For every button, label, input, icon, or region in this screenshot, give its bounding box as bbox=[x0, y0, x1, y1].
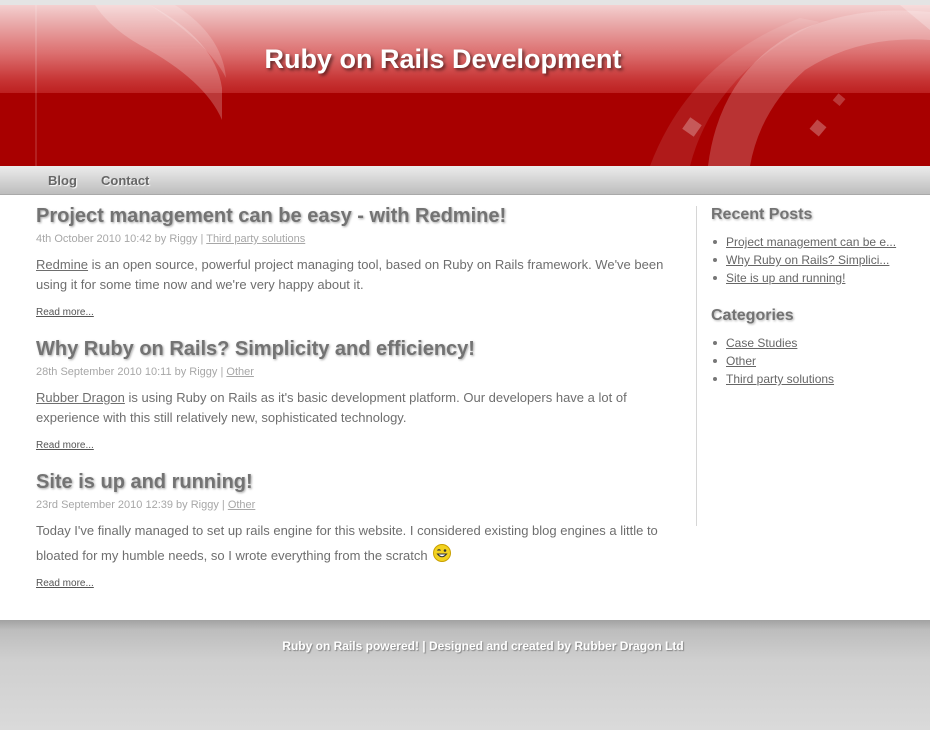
header-decoration bbox=[35, 5, 930, 166]
read-more-link[interactable]: Read more... bbox=[36, 578, 94, 589]
blog-post: Site is up and running! 23rd September 2… bbox=[36, 471, 676, 589]
category-link-case-studies[interactable]: Case Studies bbox=[726, 336, 797, 350]
smiley-wink-icon bbox=[433, 544, 452, 562]
post-body-text: Today I've finally managed to set up rai… bbox=[36, 523, 658, 563]
categories-heading: Categories bbox=[711, 307, 794, 324]
post-body: Rubber Dragon is using Ruby on Rails as … bbox=[36, 388, 676, 428]
recent-post-link[interactable]: Project management can be e... bbox=[726, 235, 896, 249]
categories-list: Case Studies Other Third party solutions bbox=[711, 334, 921, 388]
category-link-third-party[interactable]: Third party solutions bbox=[726, 372, 834, 386]
post-body-text: is an open source, powerful project mana… bbox=[36, 257, 664, 292]
recent-posts-list: Project management can be e... Why Ruby … bbox=[711, 233, 921, 287]
post-title[interactable]: Why Ruby on Rails? Simplicity and effici… bbox=[36, 338, 676, 361]
post-body-text: is using Ruby on Rails as it's basic dev… bbox=[36, 390, 627, 425]
post-date-author: 4th October 2010 10:42 by Riggy | bbox=[36, 233, 207, 245]
site-title: Ruby on Rails Development bbox=[264, 44, 622, 74]
recent-post-link[interactable]: Why Ruby on Rails? Simplici... bbox=[726, 253, 889, 267]
recent-post-item: Site is up and running! bbox=[711, 269, 921, 287]
post-body: Today I've finally managed to set up rai… bbox=[36, 518, 676, 568]
recent-posts-heading: Recent Posts bbox=[711, 206, 813, 223]
main-nav: Blog Contact bbox=[0, 166, 930, 195]
blog-post: Project management can be easy - with Re… bbox=[36, 205, 676, 318]
category-item: Third party solutions bbox=[711, 370, 921, 388]
category-link-other[interactable]: Other bbox=[726, 354, 756, 368]
sidebar-divider bbox=[696, 206, 697, 526]
post-title[interactable]: Project management can be easy - with Re… bbox=[36, 205, 676, 228]
post-meta: 23rd September 2010 12:39 by Riggy | Oth… bbox=[36, 499, 255, 511]
read-more-link[interactable]: Read more... bbox=[36, 307, 94, 318]
nav-item-contact[interactable]: Contact bbox=[101, 173, 149, 188]
category-item: Case Studies bbox=[711, 334, 921, 352]
post-body: Redmine is an open source, powerful proj… bbox=[36, 255, 676, 295]
post-title[interactable]: Site is up and running! bbox=[36, 471, 676, 494]
blog-post: Why Ruby on Rails? Simplicity and effici… bbox=[36, 338, 676, 451]
recent-post-item: Project management can be e... bbox=[711, 233, 921, 251]
site-header: Ruby on Rails Development bbox=[0, 0, 930, 166]
nav-item-blog[interactable]: Blog bbox=[48, 173, 77, 188]
post-meta: 28th September 2010 10:11 by Riggy | Oth… bbox=[36, 366, 254, 378]
recent-post-item: Why Ruby on Rails? Simplici... bbox=[711, 251, 921, 269]
page-content: Project management can be easy - with Re… bbox=[0, 195, 930, 620]
post-date-author: 23rd September 2010 12:39 by Riggy | bbox=[36, 499, 228, 511]
post-meta: 4th October 2010 10:42 by Riggy | Third … bbox=[36, 233, 305, 245]
post-date-author: 28th September 2010 10:11 by Riggy | bbox=[36, 366, 227, 378]
footer-credits: Ruby on Rails powered! | Designed and cr… bbox=[282, 639, 684, 653]
recent-post-link[interactable]: Site is up and running! bbox=[726, 271, 845, 285]
post-category-link[interactable]: Third party solutions bbox=[206, 233, 305, 245]
site-footer: Ruby on Rails powered! | Designed and cr… bbox=[0, 620, 930, 730]
post-body-link[interactable]: Redmine bbox=[36, 257, 88, 272]
post-category-link[interactable]: Other bbox=[226, 366, 254, 378]
post-category-link[interactable]: Other bbox=[228, 499, 256, 511]
post-body-link[interactable]: Rubber Dragon bbox=[36, 390, 125, 405]
category-item: Other bbox=[711, 352, 921, 370]
read-more-link[interactable]: Read more... bbox=[36, 440, 94, 451]
